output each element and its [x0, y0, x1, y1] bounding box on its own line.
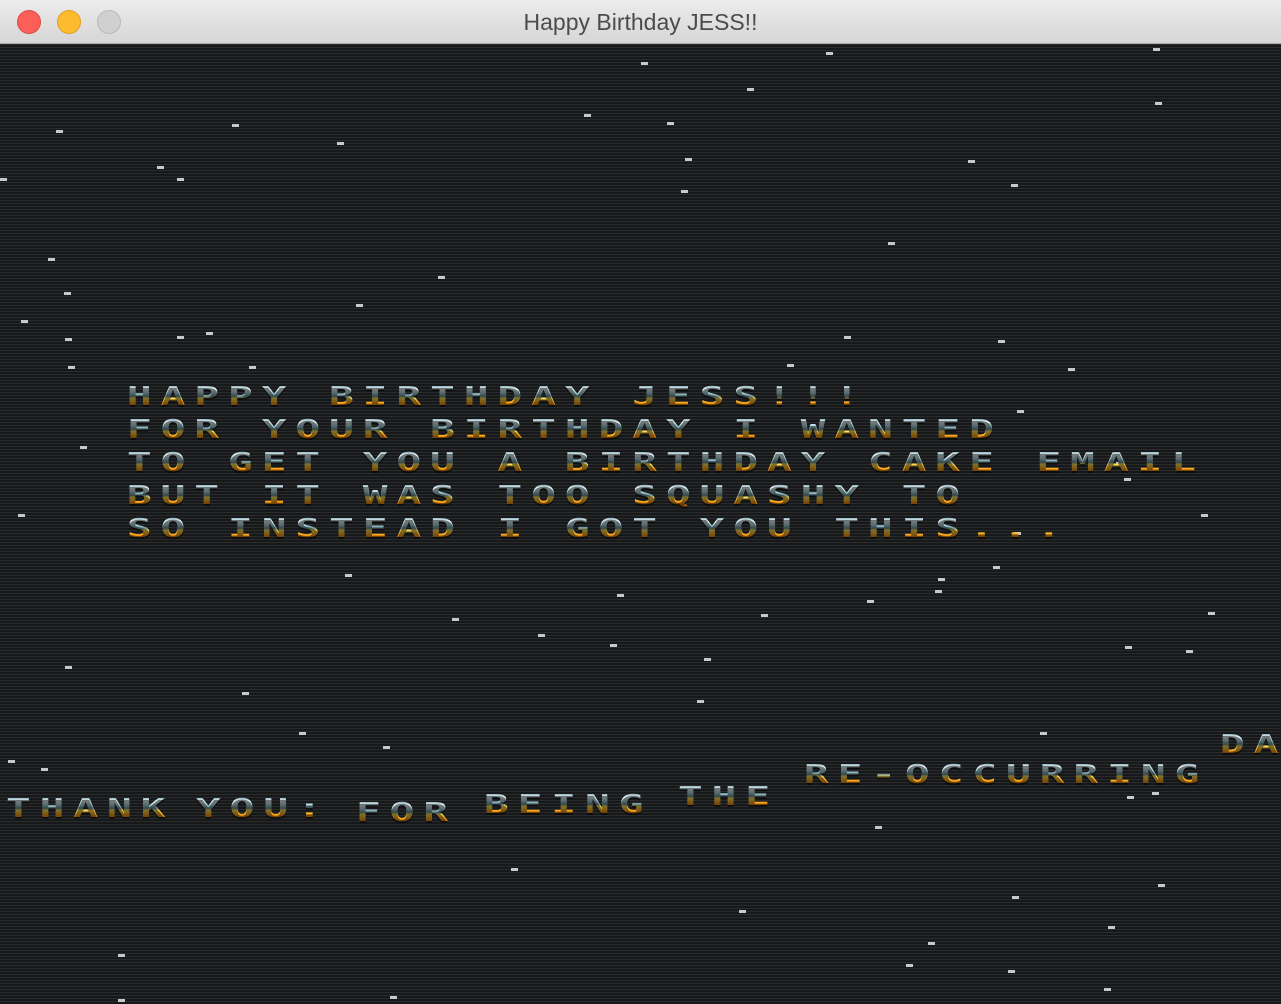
window-title: Happy Birthday JESS!! — [523, 9, 758, 35]
scroller-word: RE-OCCURRING — [804, 759, 1209, 790]
scroller-word: THANK — [6, 793, 175, 824]
app-window: Happy Birthday JESS!! HAPPY BIRTHDAY JES… — [0, 0, 1281, 1004]
demo-canvas: HAPPY BIRTHDAY JESS!!! FOR YOUR BIRTHDAY… — [0, 44, 1281, 1004]
scroller-word: DA — [1220, 732, 1281, 757]
scroller-word: YOU: — [196, 793, 331, 824]
title-bar[interactable]: Happy Birthday JESS!! — [0, 0, 1281, 44]
sine-scroller: THANK YOU: FOR BEING THE RE-OCCURRING DA — [0, 44, 1281, 1004]
scroller-word: THE — [678, 781, 780, 812]
scroller-word: BEING — [484, 789, 653, 820]
scroller-word: FOR — [356, 797, 458, 828]
